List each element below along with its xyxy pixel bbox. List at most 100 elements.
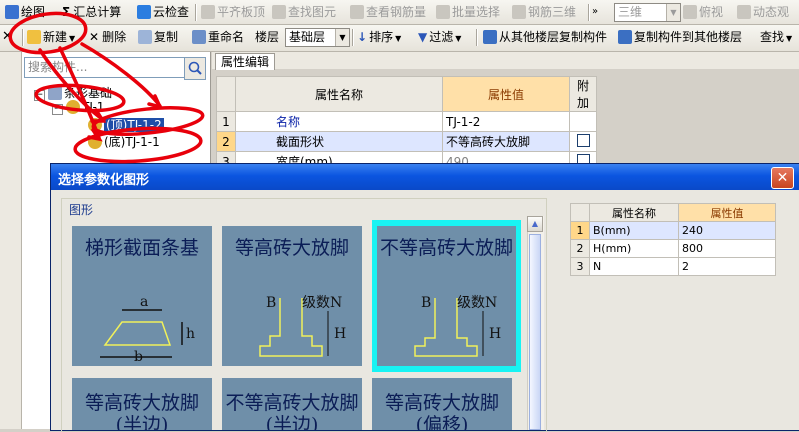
filter-button[interactable]: ▼ 过滤 ▼ [418, 28, 461, 46]
tree-node-tj1[interactable]: − TJ-1 [52, 100, 104, 115]
property-name: 名称 [235, 111, 443, 132]
column-header-value: 属性值 [442, 76, 570, 112]
cloud-check-button[interactable]: 云检查 [137, 3, 189, 21]
sort-icon: ↓ [357, 30, 368, 44]
unequal-height-diagram: B 级数N H [414, 295, 501, 357]
extra-checkbox[interactable] [576, 133, 590, 147]
label-h: h [186, 326, 195, 342]
table-row[interactable]: 2 H(mm) 800 [570, 239, 776, 258]
batch-icon [436, 5, 450, 19]
chevron-down-icon: ▼ [786, 34, 793, 43]
property-name: 截面形状 [235, 131, 443, 152]
dialog-close-button[interactable]: ✕ [771, 167, 794, 189]
tree-node-root[interactable]: − 条形基础 [34, 84, 112, 101]
filter-icon: ▼ [418, 30, 428, 44]
orbit-icon [737, 5, 751, 19]
delete-icon: ✕ [89, 30, 100, 44]
tab-property-edit[interactable]: 属性编辑 [215, 53, 275, 70]
extra-cell [569, 111, 597, 132]
gear-icon [88, 118, 102, 132]
dynamic-observe-button[interactable]: 动态观 [737, 3, 789, 21]
column-header-name: 属性名称 [235, 76, 443, 112]
copy-button[interactable]: 复制 [138, 28, 178, 46]
param-name: B(mm) [589, 221, 679, 240]
table-row[interactable]: 3 N 2 [570, 257, 776, 276]
search-input[interactable]: 搜索构件... [24, 57, 190, 78]
new-button[interactable]: 新建 ▼ [27, 28, 75, 46]
collapse-icon[interactable]: − [52, 104, 63, 115]
panel-side-strip [0, 52, 22, 429]
label-a: a [140, 294, 148, 310]
chevron-down-icon: ▼ [395, 34, 402, 43]
sort-button[interactable]: ↓ 排序 ▼ [357, 28, 401, 46]
row-number: 3 [570, 257, 590, 276]
column-header-name: 属性名称 [589, 203, 679, 222]
floor-label: 楼层 [255, 30, 280, 44]
select-shape-dialog: 选择参数化图形 ✕ 图形 梯形截面条基 a b h 等高砖大放脚 B 级数N H… [50, 163, 799, 432]
scroll-thumb[interactable] [529, 234, 541, 430]
label-steps: 级数N [457, 295, 497, 311]
column-header-value: 属性值 [678, 203, 776, 222]
collapse-icon[interactable]: − [34, 90, 45, 101]
scroll-up-arrow-icon[interactable]: ▲ [527, 216, 543, 232]
sigma-icon: Σ [62, 5, 71, 19]
property-grid: 属性名称 属性值 附加 1 名称 TJ-1-2 2 截面形状 不等高砖大放脚 3… [216, 76, 597, 172]
property-value[interactable]: TJ-1-2 [442, 111, 570, 132]
table-row[interactable]: 1 名称 TJ-1-2 [216, 111, 597, 132]
gear-icon [88, 135, 102, 149]
find-button[interactable]: 查找 ▼ [760, 28, 792, 46]
property-value[interactable]: 不等高砖大放脚 [442, 131, 570, 152]
table-row[interactable]: 2 截面形状 不等高砖大放脚 [216, 131, 597, 152]
foundation-icon [48, 86, 62, 100]
chevron-down-icon: ▼ [666, 4, 680, 21]
top-view-button[interactable]: 俯视 [683, 3, 723, 21]
find-element-button[interactable]: 查找图元 [272, 3, 336, 21]
tree-node-top-layer[interactable]: (顶)TJ-1-2 [88, 116, 164, 133]
draw-button[interactable]: 绘图 [5, 3, 45, 21]
shape-tile-equal-height-half[interactable]: 等高砖大放脚(半边) [72, 378, 212, 430]
toolbar-overflow-icon[interactable]: » [592, 3, 598, 21]
copy-to-floor-button[interactable]: 复制构件到其他楼层 [618, 28, 742, 46]
row-number: 2 [216, 131, 236, 152]
copy-from-icon [483, 30, 497, 44]
param-value[interactable]: 2 [678, 257, 776, 276]
corner-cell [216, 76, 236, 112]
shape-tile-unequal-height-half[interactable]: 不等高砖大放脚(半边) [222, 378, 362, 430]
flush-icon [201, 5, 215, 19]
rename-button[interactable]: 重命名 [192, 28, 244, 46]
find-icon [272, 5, 286, 19]
label-steps: 级数N [302, 295, 342, 311]
floor-select[interactable]: 基础层 ▼ [285, 28, 350, 47]
param-value[interactable]: 240 [678, 221, 776, 240]
shape-group-label: 图形 [67, 201, 96, 218]
rebar-3d-button[interactable]: 钢筋三维 [512, 3, 576, 21]
shape-tile-equal-height[interactable]: 等高砖大放脚 B 级数N H [222, 226, 362, 366]
delete-button[interactable]: ✕ 删除 [89, 28, 126, 46]
flush-slab-button[interactable]: 平齐板顶 [201, 3, 265, 21]
trapezoid-diagram: a b h [100, 294, 195, 365]
shape-tile-equal-height-offset[interactable]: 等高砖大放脚(偏移) [372, 378, 512, 430]
rename-icon [192, 30, 206, 44]
copy-from-floor-button[interactable]: 从其他楼层复制构件 [483, 28, 607, 46]
summary-calc-button[interactable]: Σ 汇总计算 [62, 3, 121, 21]
view-mode-select[interactable]: 三维 ▼ [614, 3, 681, 22]
shape-tile-trapezoid[interactable]: 梯形截面条基 a b h [72, 226, 212, 366]
new-file-icon [27, 30, 41, 44]
row-number: 2 [570, 239, 590, 258]
label-B: B [421, 295, 431, 311]
close-pane-icon[interactable]: ✕ [2, 28, 13, 46]
search-button[interactable] [184, 57, 206, 80]
param-value[interactable]: 800 [678, 239, 776, 258]
row-number: 1 [216, 111, 236, 132]
dialog-title: 选择参数化图形 [58, 173, 150, 188]
copy-to-icon [618, 30, 632, 44]
table-row[interactable]: 1 B(mm) 240 [570, 221, 776, 240]
tree-node-bottom-layer[interactable]: (底)TJ-1-1 [88, 133, 160, 150]
dialog-title-bar[interactable]: 选择参数化图形 [51, 164, 799, 190]
top-view-icon [683, 5, 697, 19]
view-rebar-button[interactable]: 查看钢筋量 [350, 3, 426, 21]
tile-title: 等高砖大放脚(偏移) [384, 392, 499, 430]
batch-select-button[interactable]: 批量选择 [436, 3, 500, 21]
shape-tile-unequal-height-selected[interactable]: 不等高砖大放脚 B 级数N H [372, 220, 521, 372]
magnifier-icon [350, 5, 364, 19]
